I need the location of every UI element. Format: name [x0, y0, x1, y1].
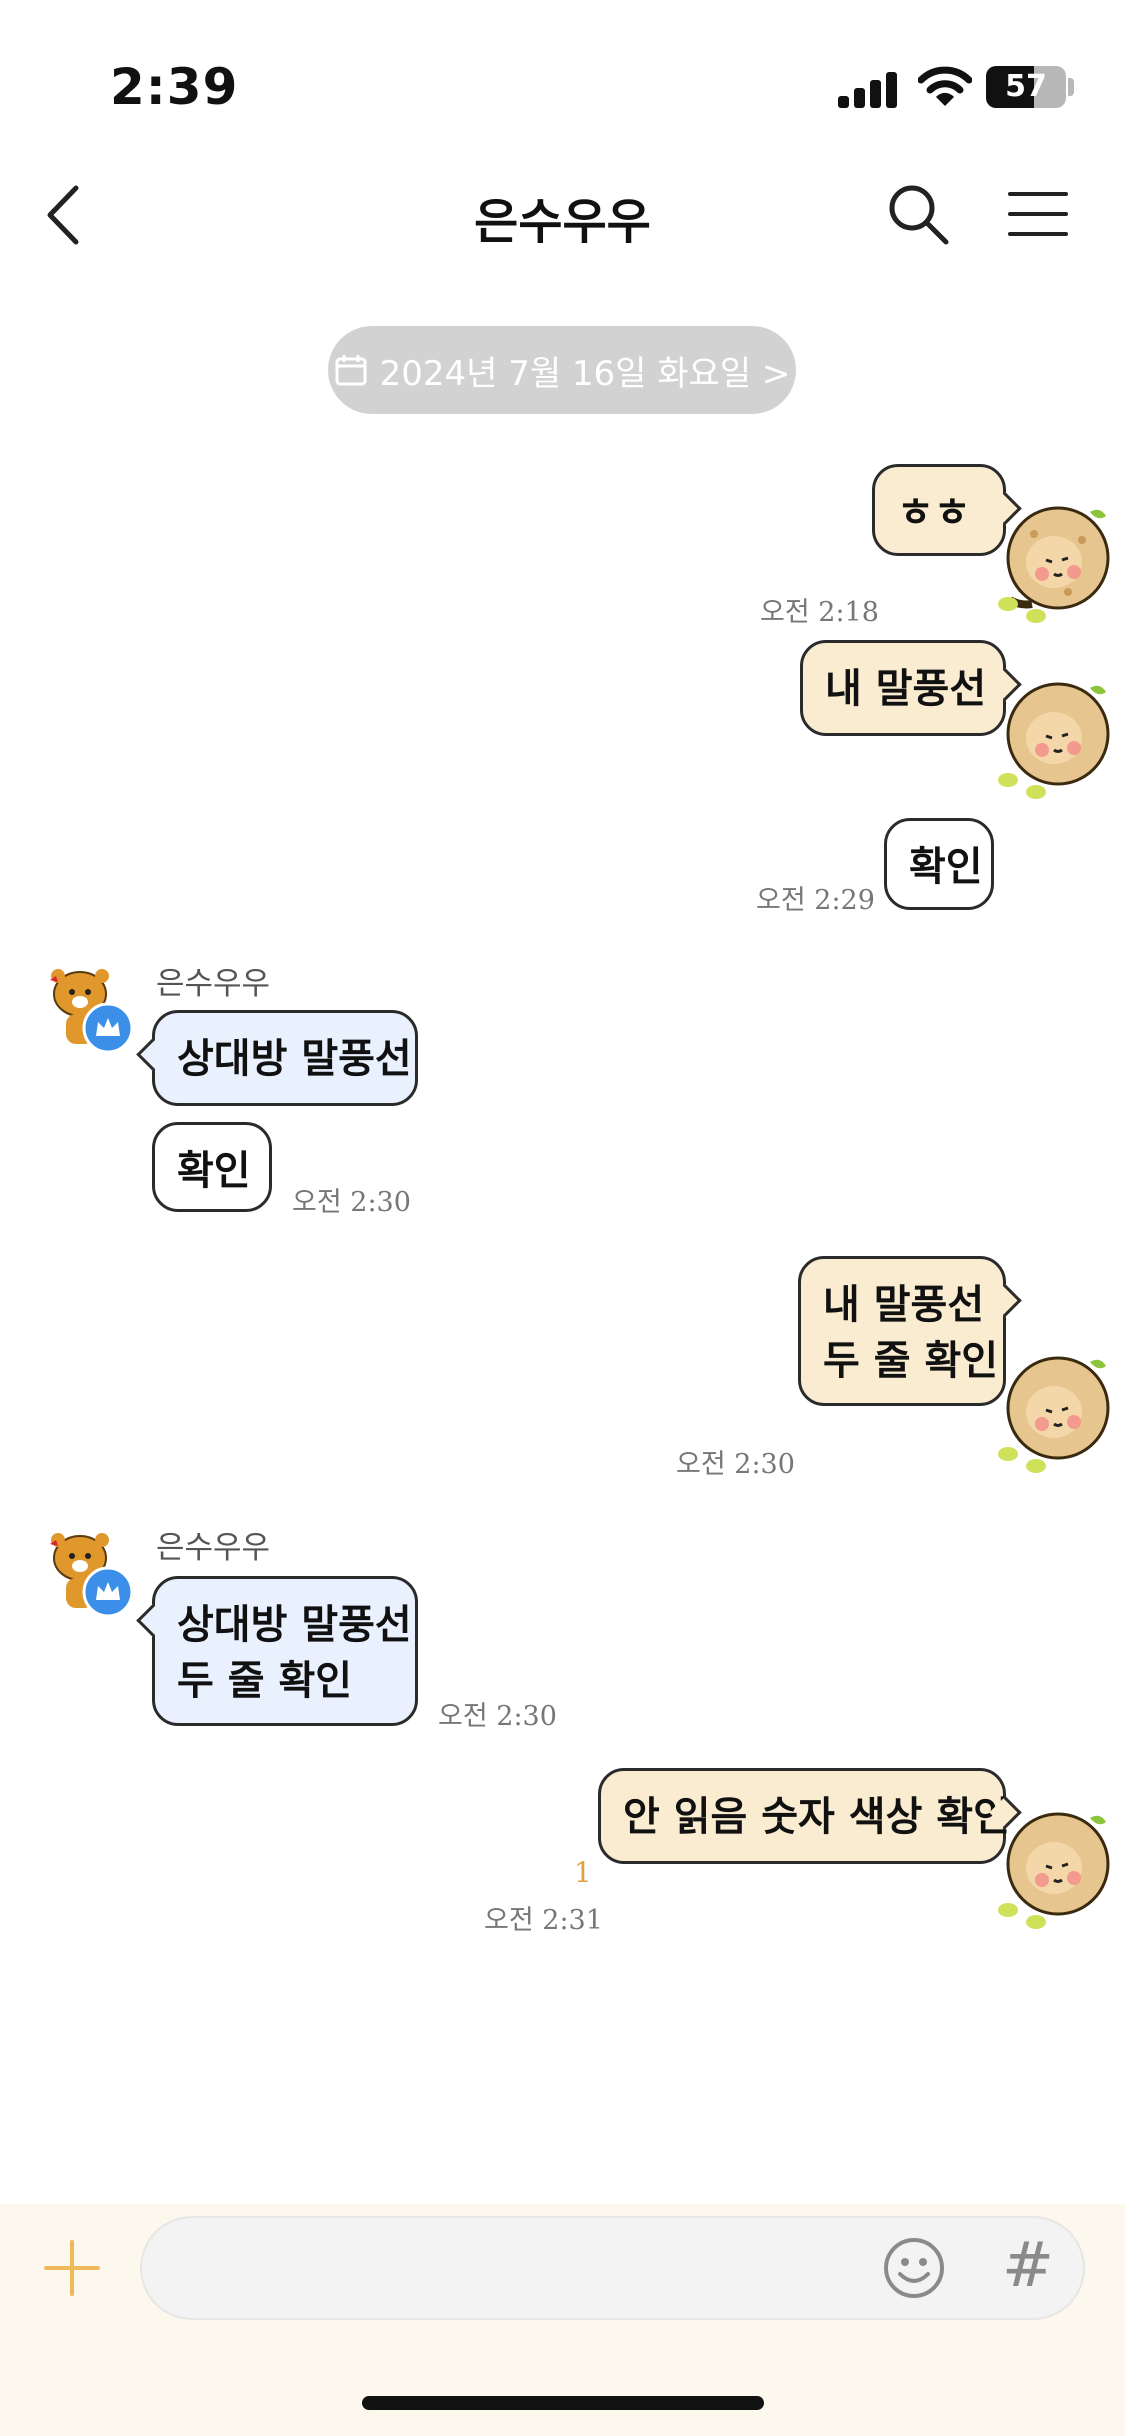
calendar-icon	[335, 355, 367, 386]
their-message-bubble[interactable]: 상대방 말풍선 두 줄 확인	[152, 1576, 418, 1726]
chat-title: 은수우우	[474, 194, 651, 250]
plus-button[interactable]	[40, 2236, 104, 2300]
message-text: 확인	[909, 844, 983, 890]
my-message-bubble[interactable]: 내 말풍선 두 줄 확인	[798, 1256, 1006, 1406]
message-time: 오전 2:18	[760, 597, 879, 628]
my-message-bubble[interactable]: 안 읽음 숫자 색상 확인	[598, 1768, 1010, 1864]
my-profile-avatar[interactable]	[990, 1350, 1115, 1475]
message-text: 안 읽음 숫자 색상 확인	[623, 1794, 1010, 1840]
message-line: 상대방 말풍선	[177, 1602, 412, 1648]
message-time: 오전 2:30	[676, 1449, 795, 1480]
date-label: 2024년 7월 16일 화요일 >	[379, 353, 791, 394]
their-message-bubble[interactable]: 확인	[152, 1122, 272, 1212]
search-button[interactable]	[886, 182, 950, 246]
message-line: 두 줄 확인	[177, 1658, 353, 1704]
hashtag-button[interactable]: #	[1002, 2232, 1062, 2298]
my-message-bubble[interactable]: 내 말풍선	[800, 640, 1006, 736]
my-message-bubble[interactable]: 확인	[884, 818, 994, 910]
home-indicator[interactable]	[362, 2396, 764, 2410]
message-text: 상대방 말풍선	[177, 1036, 412, 1082]
my-profile-avatar[interactable]	[990, 500, 1115, 625]
message-text: ㅎㅎ	[897, 490, 971, 536]
sender-name: 은수우우	[156, 966, 271, 1002]
emoji-button[interactable]	[882, 2236, 946, 2300]
message-line: 두 줄 확인	[823, 1338, 999, 1384]
message-text: 내 말풍선	[825, 666, 987, 712]
sender-name: 은수우우	[156, 1530, 271, 1566]
message-line: 내 말풍선	[823, 1282, 985, 1328]
date-divider[interactable]: 2024년 7월 16일 화요일 >	[328, 326, 796, 414]
message-time: 오전 2:31	[484, 1905, 603, 1936]
their-profile-avatar[interactable]	[44, 960, 140, 1056]
their-message-bubble[interactable]: 상대방 말풍선	[152, 1010, 418, 1106]
message-text: 확인	[177, 1148, 251, 1194]
message-time: 오전 2:30	[438, 1701, 557, 1732]
battery-tip	[1068, 78, 1074, 96]
message-time: 오전 2:29	[756, 885, 875, 916]
cellular-signal-icon	[838, 72, 898, 108]
battery-level: 57	[1005, 69, 1047, 104]
battery-icon: 57	[986, 66, 1066, 108]
menu-button[interactable]	[1008, 188, 1072, 238]
wifi-icon	[918, 66, 972, 106]
my-profile-avatar[interactable]	[990, 1806, 1115, 1931]
my-message-bubble[interactable]: ㅎㅎ	[872, 464, 1006, 556]
their-profile-avatar[interactable]	[44, 1524, 140, 1620]
unread-count: 1	[574, 1856, 592, 1889]
my-profile-avatar[interactable]	[990, 676, 1115, 801]
message-time: 오전 2:30	[292, 1187, 411, 1218]
status-time: 2:39	[110, 58, 239, 116]
